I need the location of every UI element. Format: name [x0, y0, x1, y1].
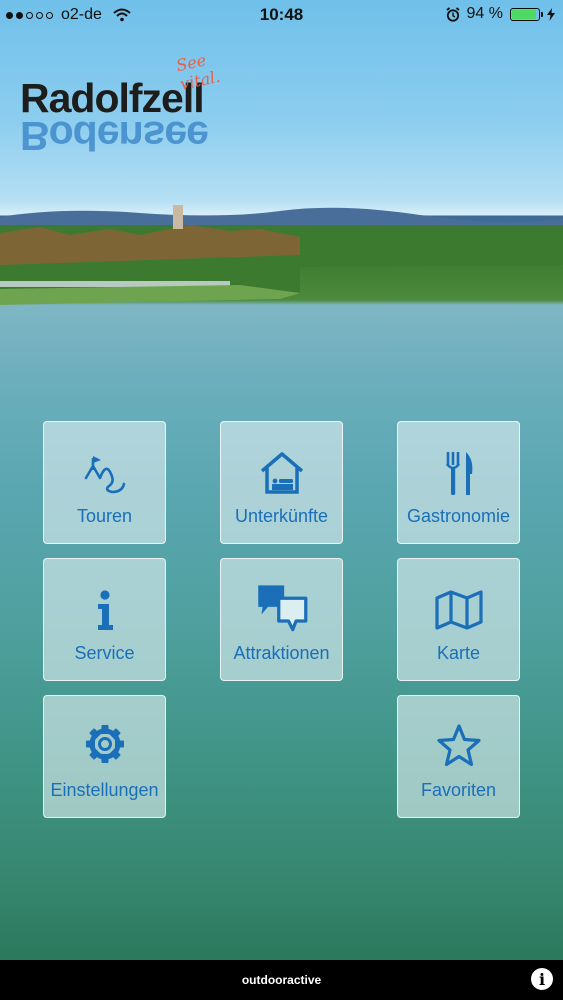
menu-tile-label: Attraktionen [233, 643, 330, 663]
bottom-bar: outdooractive i [0, 960, 563, 1000]
menu-tile-label: Favoriten [420, 780, 497, 800]
status-bar: o2-de 10:48 94 % [0, 0, 563, 32]
menu-tile-unterkuenfte[interactable]: Unterkünfte [220, 421, 343, 544]
battery-percent: 94 % [466, 5, 503, 22]
menu-tile-gastronomie[interactable]: Gastronomie [397, 421, 520, 544]
brand-label: outdooractive [241, 973, 322, 987]
menu-tile-service[interactable]: Service [43, 558, 166, 681]
battery-icon [510, 7, 543, 21]
speech-bubbles-icon [257, 585, 307, 632]
radolfzell-logo: See vital. Radolfzell Bodensee [20, 50, 222, 159]
menu-tile-label: Einstellungen [50, 780, 159, 800]
menu-tile-label: Karte [436, 643, 481, 663]
town-skyline-image [0, 205, 563, 305]
gear-icon [85, 725, 124, 763]
logo-mirror-wordmark: Bodensee [20, 113, 208, 159]
main-menu-grid: Touren Unterkünfte Gastronomie Service A… [43, 421, 520, 818]
alarm-icon [445, 6, 460, 22]
menu-tile-einstellungen[interactable]: Einstellungen [43, 695, 166, 818]
menu-tile-label: Touren [76, 506, 133, 526]
menu-tile-attraktionen[interactable]: Attraktionen [220, 558, 343, 681]
info-circle-icon[interactable]: i [531, 968, 553, 990]
menu-tile-label: Unterkünfte [234, 506, 329, 526]
menu-tile-touren[interactable]: Touren [43, 421, 166, 544]
menu-tile-karte[interactable]: Karte [397, 558, 520, 681]
fork-knife-icon [445, 452, 472, 495]
menu-tile-favoriten[interactable]: Favoriten [397, 695, 520, 818]
status-right: 94 % [445, 5, 555, 23]
map-icon [434, 590, 483, 630]
star-icon [436, 724, 481, 767]
charging-bolt-icon [547, 7, 555, 21]
menu-tile-label: Gastronomie [406, 506, 511, 526]
route-icon [84, 456, 125, 494]
house-bed-icon [260, 452, 303, 494]
menu-tile-label: Service [74, 643, 135, 663]
info-icon [97, 590, 113, 630]
